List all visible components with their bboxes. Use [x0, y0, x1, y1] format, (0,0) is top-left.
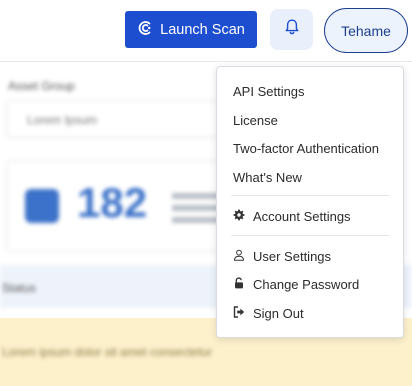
- menu-item-label: Two-factor Authentication: [233, 140, 379, 156]
- menu-item-label: Change Password: [253, 276, 360, 292]
- menu-item-sign-out[interactable]: Sign Out: [233, 302, 393, 324]
- user-icon: [233, 249, 245, 264]
- user-dropdown-menu: API Settings License Two-factor Authenti…: [216, 66, 404, 338]
- menu-item-label: User Settings: [253, 248, 332, 264]
- menu-item-two-factor[interactable]: Two-factor Authentication: [233, 137, 393, 159]
- menu-item-license[interactable]: License: [233, 109, 393, 131]
- notice-banner-text: Lorem ipsum dolor sit amet consectetur: [2, 345, 213, 359]
- menu-item-user-settings[interactable]: User Settings: [233, 245, 393, 267]
- menu-item-label: License: [233, 112, 278, 128]
- menu-divider: [231, 235, 389, 236]
- menu-item-label: What's New: [233, 169, 302, 185]
- bell-icon: [283, 18, 301, 41]
- top-bar: Launch Scan Tehame: [0, 0, 412, 62]
- menu-item-label: Account Settings: [253, 208, 351, 224]
- status-strip-text: Status: [2, 281, 37, 295]
- gear-icon: [233, 209, 245, 224]
- launch-scan-label: Launch Scan: [160, 21, 245, 38]
- field-label: Asset Group: [8, 79, 75, 93]
- launch-scan-button[interactable]: Launch Scan: [125, 11, 257, 48]
- unlock-icon: [233, 276, 245, 292]
- menu-item-label: Sign Out: [253, 305, 304, 321]
- sign-out-icon: [233, 305, 245, 321]
- asset-field-value: Lorem Ipsum: [27, 113, 98, 127]
- scan-icon: [137, 20, 153, 40]
- asset-field[interactable]: Lorem Ipsum: [6, 100, 246, 138]
- menu-item-change-password[interactable]: Change Password: [233, 273, 393, 295]
- stat-number: 182: [77, 179, 148, 226]
- stat-icon: [25, 189, 59, 223]
- menu-divider: [231, 195, 389, 196]
- notifications-button[interactable]: [270, 9, 313, 50]
- menu-item-account-settings[interactable]: Account Settings: [233, 205, 393, 227]
- user-name: Tehame: [341, 22, 391, 39]
- menu-item-label: API Settings: [233, 83, 305, 99]
- stat-card: 182: [6, 160, 246, 252]
- user-menu-button[interactable]: Tehame: [324, 8, 408, 53]
- menu-item-api-settings[interactable]: API Settings: [233, 80, 393, 102]
- menu-item-whats-new[interactable]: What's New: [233, 166, 393, 188]
